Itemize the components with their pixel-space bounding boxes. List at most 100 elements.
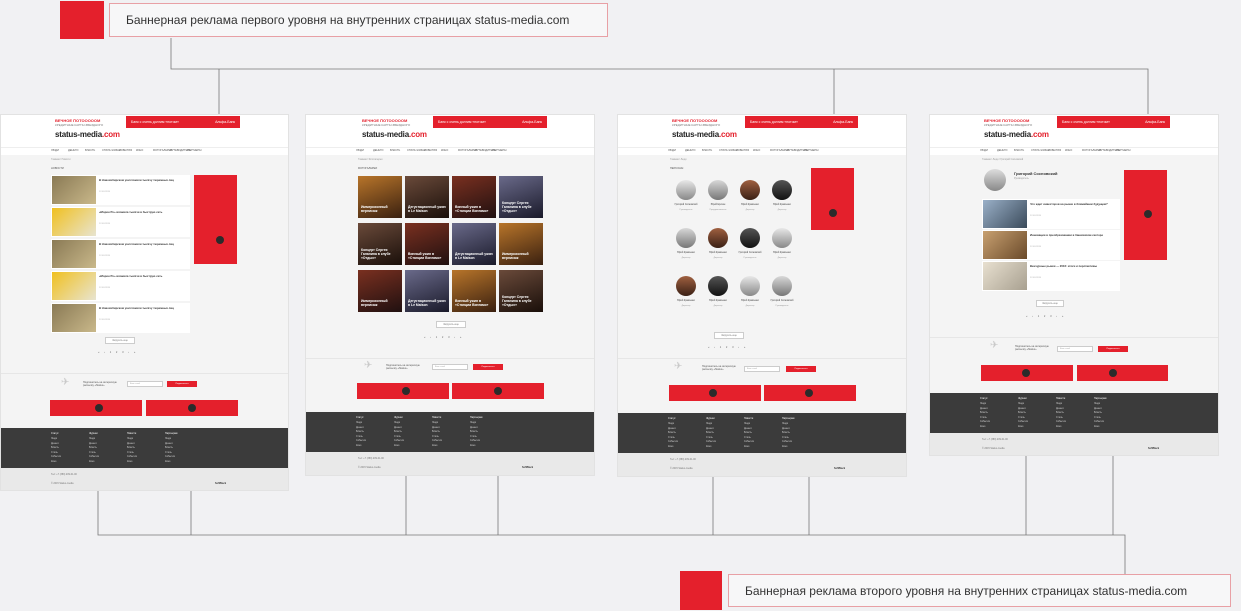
footer-link[interactable]: События [432, 439, 442, 442]
footer-link[interactable]: Деньги [165, 442, 173, 445]
footer-link[interactable]: Власть [782, 431, 790, 434]
nav-item[interactable]: КИНО [1065, 149, 1072, 152]
footer-link[interactable]: Люди [356, 421, 362, 424]
footer-link[interactable]: Деньги [668, 427, 676, 430]
footer-link[interactable]: События [744, 440, 754, 443]
nav-item[interactable]: ВЛАСТЬ [702, 149, 712, 152]
person-name[interactable]: Юрий Кравченко [732, 204, 768, 206]
footer-link[interactable]: Стиль [744, 436, 751, 439]
footer-link[interactable]: Стиль [782, 436, 789, 439]
footer-link[interactable]: Кино [394, 444, 399, 447]
header-banner[interactable]: Банк с очень долгим «потом» Альфа-Банк [126, 116, 240, 128]
article-title[interactable]: Венчурные рынки — 2016: итоги и перспект… [1030, 264, 1118, 268]
footer-link[interactable]: Кино [1094, 425, 1099, 428]
news-title[interactable]: «Морин Ро» вложила тысячи в быструю сеть [99, 210, 187, 214]
footer-link[interactable]: Деньги [89, 442, 97, 445]
footer-link[interactable]: Люди [1018, 402, 1024, 405]
footer-link[interactable]: Стиль [127, 451, 134, 454]
footer-link[interactable]: Люди [706, 422, 712, 425]
news-item[interactable]: «Морин Ро» вложила тысячи в быструю сеть… [51, 271, 190, 301]
news-item[interactable]: В Новосибирском уничтожили тысячу тюремн… [51, 175, 190, 205]
person-card[interactable]: Юрий Кравченко Директор [668, 228, 704, 278]
header-banner[interactable]: Банк с очень долгим «потом» Альфа-Банк [433, 116, 547, 128]
article-item[interactable]: Что ждет инвесторов на рынке в ближайшем… [982, 199, 1120, 229]
nav-item[interactable]: ПАРТНЕРЫ [1116, 149, 1130, 152]
footer-link[interactable]: Кино [782, 445, 787, 448]
nav-item[interactable]: ПАРТНЕРЫ [187, 149, 201, 152]
subscribe-email-input[interactable]: Ваш e-mail [1057, 346, 1093, 352]
article-title[interactable]: Что ждет инвесторов на рынке в ближайшем… [1030, 202, 1118, 206]
subscribe-button[interactable]: Подписаться [786, 366, 816, 372]
footer-link[interactable]: Люди [51, 437, 57, 440]
pagination[interactable]: « ‹ 1 2 3 › » [1026, 315, 1065, 318]
pagination[interactable]: « ‹ 1 2 3 › » [708, 346, 747, 349]
footer-link[interactable]: Власть [668, 431, 676, 434]
gallery-tile[interactable]: Винный ужин в «Станции Вингамо» [405, 223, 449, 265]
bottom-banner-level2-right[interactable] [1077, 365, 1168, 381]
footer-link[interactable]: События [165, 455, 175, 458]
article-item[interactable]: Инновации в преобразовании в банковском … [982, 230, 1120, 260]
footer-link[interactable]: События [356, 439, 366, 442]
footer-link[interactable]: События [782, 440, 792, 443]
article-title[interactable]: Инновации в преобразовании в банковском … [1030, 233, 1118, 237]
footer-link[interactable]: Деньги [432, 426, 440, 429]
person-card[interactable]: Григорий Сосновский Руководитель [732, 228, 768, 278]
person-card[interactable]: Юрий Кравченко Директор [700, 276, 736, 326]
footer-link[interactable]: Стиль [980, 416, 987, 419]
nav-item[interactable]: СОБЫТИЯ [119, 149, 132, 152]
gallery-tile[interactable]: Иммерсионный вернисаж [499, 223, 543, 265]
nav-item[interactable]: КИНО [753, 149, 760, 152]
footer-link[interactable]: События [1094, 420, 1104, 423]
gallery-tile[interactable]: Концерт Сергея Галанина в клубе «Отдых» [499, 176, 543, 218]
footer-link[interactable]: События [89, 455, 99, 458]
header-banner[interactable]: Банк с очень долгим «потом» Альфа-Банк [1057, 116, 1170, 128]
footer-link[interactable]: Кино [706, 445, 711, 448]
person-name[interactable]: Юрий Кравченко [732, 300, 768, 302]
person-name[interactable]: Юрий Кравченко [764, 252, 800, 254]
nav-item[interactable]: ВЛАСТЬ [390, 149, 400, 152]
site-logo[interactable]: status-media.com [362, 130, 427, 139]
footer-link[interactable]: Деньги [470, 426, 478, 429]
subscribe-button[interactable]: Подписаться [1098, 346, 1128, 352]
nav-item[interactable]: СОБЫТИЯ [1048, 149, 1061, 152]
footer-link[interactable]: Стиль [706, 436, 713, 439]
footer-link[interactable]: Власть [51, 446, 59, 449]
footer-link[interactable]: Власть [89, 446, 97, 449]
footer-link[interactable]: Кино [470, 444, 475, 447]
nav-item[interactable]: ПАРТНЕРЫ [804, 149, 818, 152]
gallery-tile[interactable]: Винный ужин в «Станции Вингамо» [452, 176, 496, 218]
footer-link[interactable]: Люди [127, 437, 133, 440]
nav-item[interactable]: ДЕНЬГИ [373, 149, 383, 152]
subscribe-email-input[interactable]: Ваш e-mail [432, 364, 468, 370]
footer-link[interactable]: Деньги [706, 427, 714, 430]
footer-link[interactable]: Люди [744, 422, 750, 425]
footer-link[interactable]: Власть [1018, 411, 1026, 414]
nav-item[interactable]: ПАРТНЕРЫ [492, 149, 506, 152]
subscribe-button[interactable]: Подписаться [167, 381, 197, 387]
news-title[interactable]: «Морин Ро» вложила тысячи в быструю сеть [99, 274, 187, 278]
gallery-tile[interactable]: Концерт Сергея Галанина в клубе «Отдых» [499, 270, 543, 312]
footer-link[interactable]: Люди [432, 421, 438, 424]
nav-item[interactable]: ЛЮДИ [980, 149, 988, 152]
footer-link[interactable]: Власть [1094, 411, 1102, 414]
footer-link[interactable]: События [980, 420, 990, 423]
footer-link[interactable]: Люди [165, 437, 171, 440]
footer-link[interactable]: События [1056, 420, 1066, 423]
person-card[interactable]: Юрий Кравченко Директор [764, 180, 800, 230]
footer-link[interactable]: Кино [165, 460, 170, 463]
footer-link[interactable]: Кино [51, 460, 56, 463]
footer-link[interactable]: Стиль [356, 435, 363, 438]
footer-link[interactable]: Деньги [1018, 407, 1026, 410]
person-card[interactable]: Григорий Сосновский Руководитель [668, 180, 704, 230]
footer-link[interactable]: События [51, 455, 61, 458]
footer-link[interactable]: Люди [782, 422, 788, 425]
footer-link[interactable]: Кино [744, 445, 749, 448]
gallery-tile[interactable]: Дегустационный ужин в Le Maison [405, 270, 449, 312]
nav-item[interactable]: ЛЮДИ [668, 149, 676, 152]
nav-item[interactable]: СОБЫТИЯ [424, 149, 437, 152]
footer-link[interactable]: Власть [470, 430, 478, 433]
footer-link[interactable]: Стиль [89, 451, 96, 454]
sidebar-banner-level1[interactable] [194, 175, 237, 264]
article-item[interactable]: Венчурные рынки — 2016: итоги и перспект… [982, 261, 1120, 291]
nav-item[interactable]: ЛЮДИ [356, 149, 364, 152]
